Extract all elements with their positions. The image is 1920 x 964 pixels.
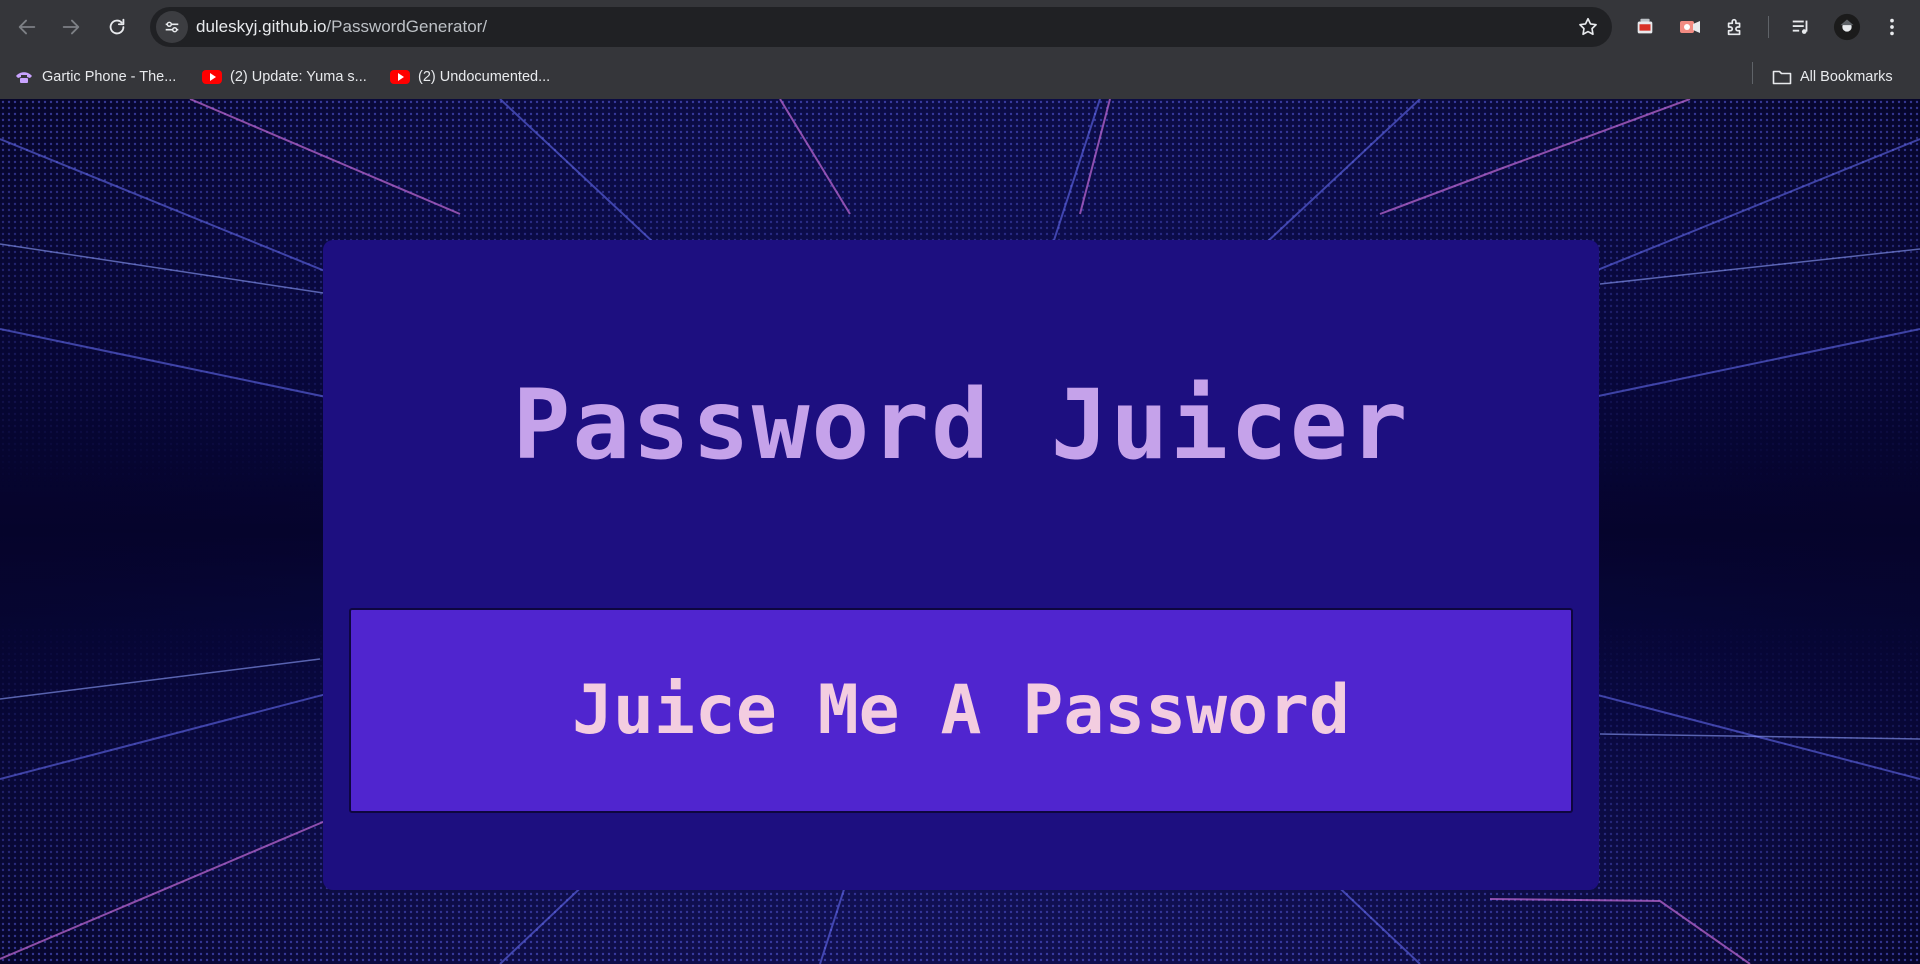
phone-icon — [14, 70, 34, 84]
bookmarks-bar: Gartic Phone - The... (2) Update: Yuma s… — [0, 54, 1920, 99]
youtube-icon — [202, 70, 222, 84]
arrow-right-icon — [62, 19, 80, 35]
back-button[interactable] — [9, 9, 45, 45]
profile-avatar[interactable] — [1832, 12, 1862, 42]
bookmark-star-icon[interactable] — [1574, 13, 1602, 41]
reload-icon — [109, 18, 125, 35]
bookmark-label: (2) Undocumented... — [418, 69, 551, 85]
page-viewport: Password Juicer Juice Me A Password — [0, 99, 1920, 964]
bookmark-item[interactable]: (2) Undocumented... — [390, 64, 550, 90]
address-bar[interactable]: duleskyj.github.io/PasswordGenerator/ — [150, 7, 1612, 47]
bookmark-item[interactable]: (2) Update: Yuma s... — [202, 64, 367, 90]
more-menu-icon[interactable] — [1877, 12, 1907, 42]
reload-button[interactable] — [99, 9, 135, 45]
bookmark-item[interactable]: Gartic Phone - The... — [14, 64, 176, 90]
url-text[interactable]: duleskyj.github.io/PasswordGenerator/ — [196, 17, 487, 37]
site-settings-icon[interactable] — [156, 11, 188, 43]
all-bookmarks-label: All Bookmarks — [1800, 69, 1893, 85]
generate-password-button[interactable]: Juice Me A Password — [349, 608, 1573, 813]
page-title: Password Juicer — [512, 369, 1410, 481]
url-path: /PasswordGenerator/ — [326, 17, 488, 36]
forward-button[interactable] — [53, 9, 89, 45]
media-control-icon[interactable] — [1786, 12, 1816, 42]
bookmark-label: Gartic Phone - The... — [42, 69, 177, 85]
extension-record-icon[interactable] — [1675, 12, 1705, 42]
all-bookmarks-button[interactable]: All Bookmarks — [1772, 64, 1893, 90]
password-card: Password Juicer Juice Me A Password — [323, 240, 1599, 890]
arrow-left-icon — [18, 19, 36, 35]
bookmarks-separator — [1752, 62, 1753, 84]
toolbar-separator — [1768, 16, 1769, 38]
folder-icon — [1772, 70, 1792, 85]
bookmark-label: (2) Update: Yuma s... — [230, 69, 367, 85]
youtube-icon — [390, 70, 410, 84]
extension-gallery-icon[interactable] — [1630, 12, 1660, 42]
browser-toolbar: duleskyj.github.io/PasswordGenerator/ — [0, 0, 1920, 54]
url-host: duleskyj.github.io — [196, 17, 327, 36]
extensions-puzzle-icon[interactable] — [1720, 12, 1750, 42]
